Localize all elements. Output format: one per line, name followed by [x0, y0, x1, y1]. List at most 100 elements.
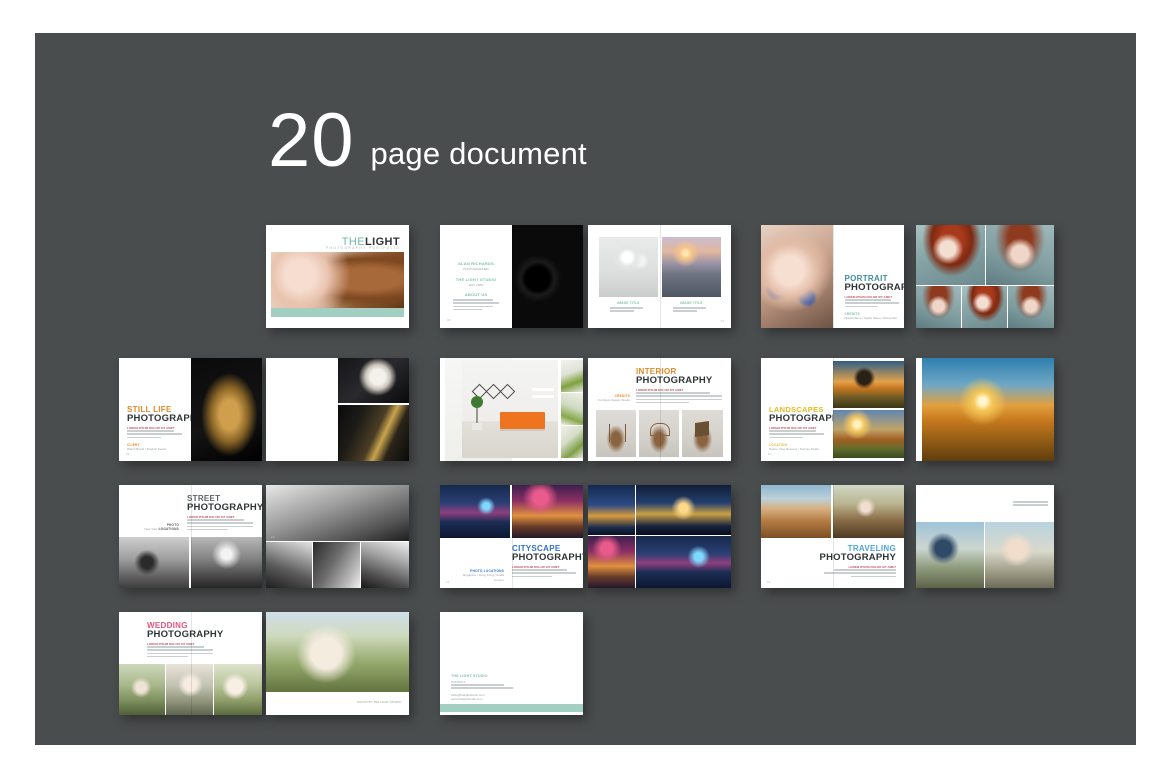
- about-heading-1-sub: PHOTOGRAPHER: [456, 267, 496, 272]
- page-sunset: [916, 358, 1054, 461]
- studio-shoot-photo: [599, 237, 658, 297]
- interior-credit-value: Furniture Design Studio: [596, 398, 630, 403]
- thumbnail-two-photo[interactable]: IMAGE TITLE IMAGE TITLE 03: [588, 225, 731, 328]
- wedding-photo-3: [214, 664, 262, 715]
- about-heading-1: ALAN RICHARDS: [456, 261, 496, 266]
- thumbnail-wedding[interactable]: WEDDING PHOTOGRAPHY LOREM IPSUM DOLOR SI…: [119, 612, 262, 715]
- thumbnail-portrait-photography[interactable]: PORTRAIT PHOTOGRAPHY LOREM IPSUM DOLOR S…: [761, 225, 904, 328]
- sunset-reeds-photo: [922, 358, 1054, 461]
- thumbnail-interior-photography[interactable]: INTERIOR PHOTOGRAPHY LOREM IPSUM DOLOR S…: [588, 358, 731, 461]
- street-grid-page-number: 13: [271, 535, 274, 539]
- dark-backdrop-panel: 20page document THELIGHT PHOTOGRAPHY POR…: [35, 33, 1136, 745]
- thumbnail-cityscape[interactable]: CITYSCAPE PHOTOGRAPHY LOREM IPSUM DOLOR …: [440, 485, 583, 588]
- page-city-grid: [588, 485, 731, 588]
- interior-headline-dark: PHOTOGRAPHY: [636, 376, 712, 386]
- wedding-hero-photo: [266, 612, 409, 692]
- thumbnail-wedding-photo[interactable]: PHOTO BY THE LIGHT STUDIO: [266, 612, 409, 715]
- thumbnail-portrait-grid[interactable]: [916, 225, 1054, 328]
- thumbnail-landscapes[interactable]: LANDSCAPES PHOTOGRAPHY LOREM IPSUM DOLOR…: [761, 358, 904, 461]
- page-objects-photos: [338, 358, 410, 461]
- traveling-headline: TRAVELING PHOTOGRAPHY: [820, 545, 896, 563]
- street-photo-left: [119, 537, 189, 588]
- interior-headline: INTERIOR PHOTOGRAPHY: [636, 368, 712, 386]
- thumbnail-interior-sofa[interactable]: [440, 358, 583, 461]
- cover-hero-photo: [271, 252, 404, 308]
- street-credit-value: New York / London / Paris: [133, 527, 179, 532]
- thumbnail-city-grid[interactable]: [588, 485, 731, 588]
- guitar-photo: [338, 405, 410, 461]
- still-life-credit-value: Watch Brand / Product Series: [127, 447, 166, 452]
- portrait-grid-photo-5: [1008, 286, 1054, 328]
- travelers-photo: [833, 485, 904, 538]
- silver-watch-photo: [338, 358, 410, 403]
- page-landscapes-text: LANDSCAPES PHOTOGRAPHY LOREM IPSUM DOLOR…: [761, 358, 833, 461]
- portrait-grid-photo-2: [986, 225, 1054, 285]
- cityscape-headline: CITYSCAPE PHOTOGRAPHY: [512, 545, 583, 563]
- page-portrait-photo: [761, 225, 833, 328]
- page-portrait-grid: [916, 225, 1054, 328]
- cityscape-photo-left: [440, 485, 510, 538]
- back-cover-teal-band: [440, 704, 583, 712]
- portrait-headline-dark: PHOTOGRAPHY: [845, 283, 905, 293]
- still-life-body-text: [127, 430, 182, 440]
- thumbnail-travel-grid[interactable]: [916, 485, 1054, 588]
- thumbnail-back-cover[interactable]: THE LIGHT STUDIO CONTACT hello@thelights…: [440, 612, 583, 715]
- interior-thumb-2: [561, 393, 583, 425]
- travel-grid-photo-2: [985, 522, 1054, 588]
- landscapes-page-number: 10: [768, 452, 771, 456]
- street-headline-dark: PHOTOGRAPHY: [187, 503, 262, 513]
- thumbnail-still-life[interactable]: STILL LIFE PHOTOGRAPHY LOREM IPSUM DOLOR…: [119, 358, 262, 461]
- cover-subtitle: PHOTOGRAPHY PORTFOLIO: [326, 246, 400, 250]
- page-still-life-text: STILL LIFE PHOTOGRAPHY LOREM IPSUM DOLOR…: [119, 358, 191, 461]
- sunset-shoot-photo: [662, 237, 721, 297]
- thumbnail-sunset[interactable]: [916, 358, 1054, 461]
- traveling-body-text: [824, 569, 896, 579]
- chair-photo-3: [682, 410, 723, 457]
- cityscape-body-text: [512, 569, 576, 579]
- still-life-page-number: 06: [126, 452, 129, 456]
- page-still-life-photo: [191, 358, 263, 461]
- airport-photo: [761, 485, 831, 538]
- wedding-body-text: [147, 646, 213, 659]
- page-about-text: ALAN RICHARDS PHOTOGRAPHER THE LIGHT STU…: [440, 225, 512, 328]
- page-objects-blank: [266, 358, 338, 461]
- street-grid-photo-1: [266, 485, 409, 541]
- caption-right-body: [673, 307, 711, 314]
- interior-thumb-1: [561, 360, 583, 392]
- back-cover-heading: THE LIGHT STUDIO: [451, 674, 488, 678]
- street-grid-photo-2: [266, 542, 312, 588]
- wedding-headline: WEDDING PHOTOGRAPHY: [147, 622, 223, 640]
- about-page-number: 02: [447, 318, 450, 322]
- street-photo-right: [191, 537, 262, 588]
- page-portrait-text: PORTRAIT PHOTOGRAPHY LOREM IPSUM DOLOR S…: [833, 225, 905, 328]
- about-body-text: [453, 299, 499, 312]
- portrait-grid-photo-4: [962, 286, 1007, 328]
- travel-grid-photo-1: [916, 522, 984, 588]
- portrait-headline: PORTRAIT PHOTOGRAPHY: [845, 275, 905, 293]
- orange-sofa-photo: [462, 360, 558, 458]
- thumbnail-cover-the-light[interactable]: THELIGHT PHOTOGRAPHY PORTFOLIO: [266, 225, 409, 328]
- page-about-photo: [512, 225, 584, 328]
- wedding-photo-1: [119, 664, 165, 715]
- city-grid-photo-1: [588, 485, 635, 535]
- thumbnail-street[interactable]: STREET PHOTOGRAPHY LOREM IPSUM DOLOR SIT…: [119, 485, 262, 588]
- still-life-headline-dark: PHOTOGRAPHY: [127, 414, 191, 424]
- traveling-headline-dark: PHOTOGRAPHY: [820, 553, 896, 563]
- caption-right: IMAGE TITLE: [662, 301, 721, 305]
- thumbnail-grid: THELIGHT PHOTOGRAPHY PORTFOLIO ALAN RICH…: [35, 33, 1136, 745]
- page-back-cover: THE LIGHT STUDIO CONTACT hello@thelights…: [440, 612, 583, 715]
- street-headline: STREET PHOTOGRAPHY: [187, 495, 262, 513]
- city-grid-photo-2: [636, 485, 731, 535]
- interior-thumb-3: [561, 426, 583, 458]
- travel-grid-text: [992, 501, 1048, 508]
- thumbnail-objects[interactable]: [266, 358, 409, 461]
- thumbnail-traveling[interactable]: TRAVELING PHOTOGRAPHY LOREM IPSUM DOLOR …: [761, 485, 904, 588]
- autumn-valley-photo: [833, 410, 905, 458]
- caption-left: IMAGE TITLE: [599, 301, 658, 305]
- cityscape-photo-right: [512, 485, 583, 538]
- portrait-grid-photo-3: [916, 286, 961, 328]
- city-grid-photo-4: [636, 536, 731, 588]
- cover-teal-band: [271, 308, 404, 317]
- thumbnail-street-grid[interactable]: 13: [266, 485, 409, 588]
- thumbnail-about-us[interactable]: ALAN RICHARDS PHOTOGRAPHER THE LIGHT STU…: [440, 225, 583, 328]
